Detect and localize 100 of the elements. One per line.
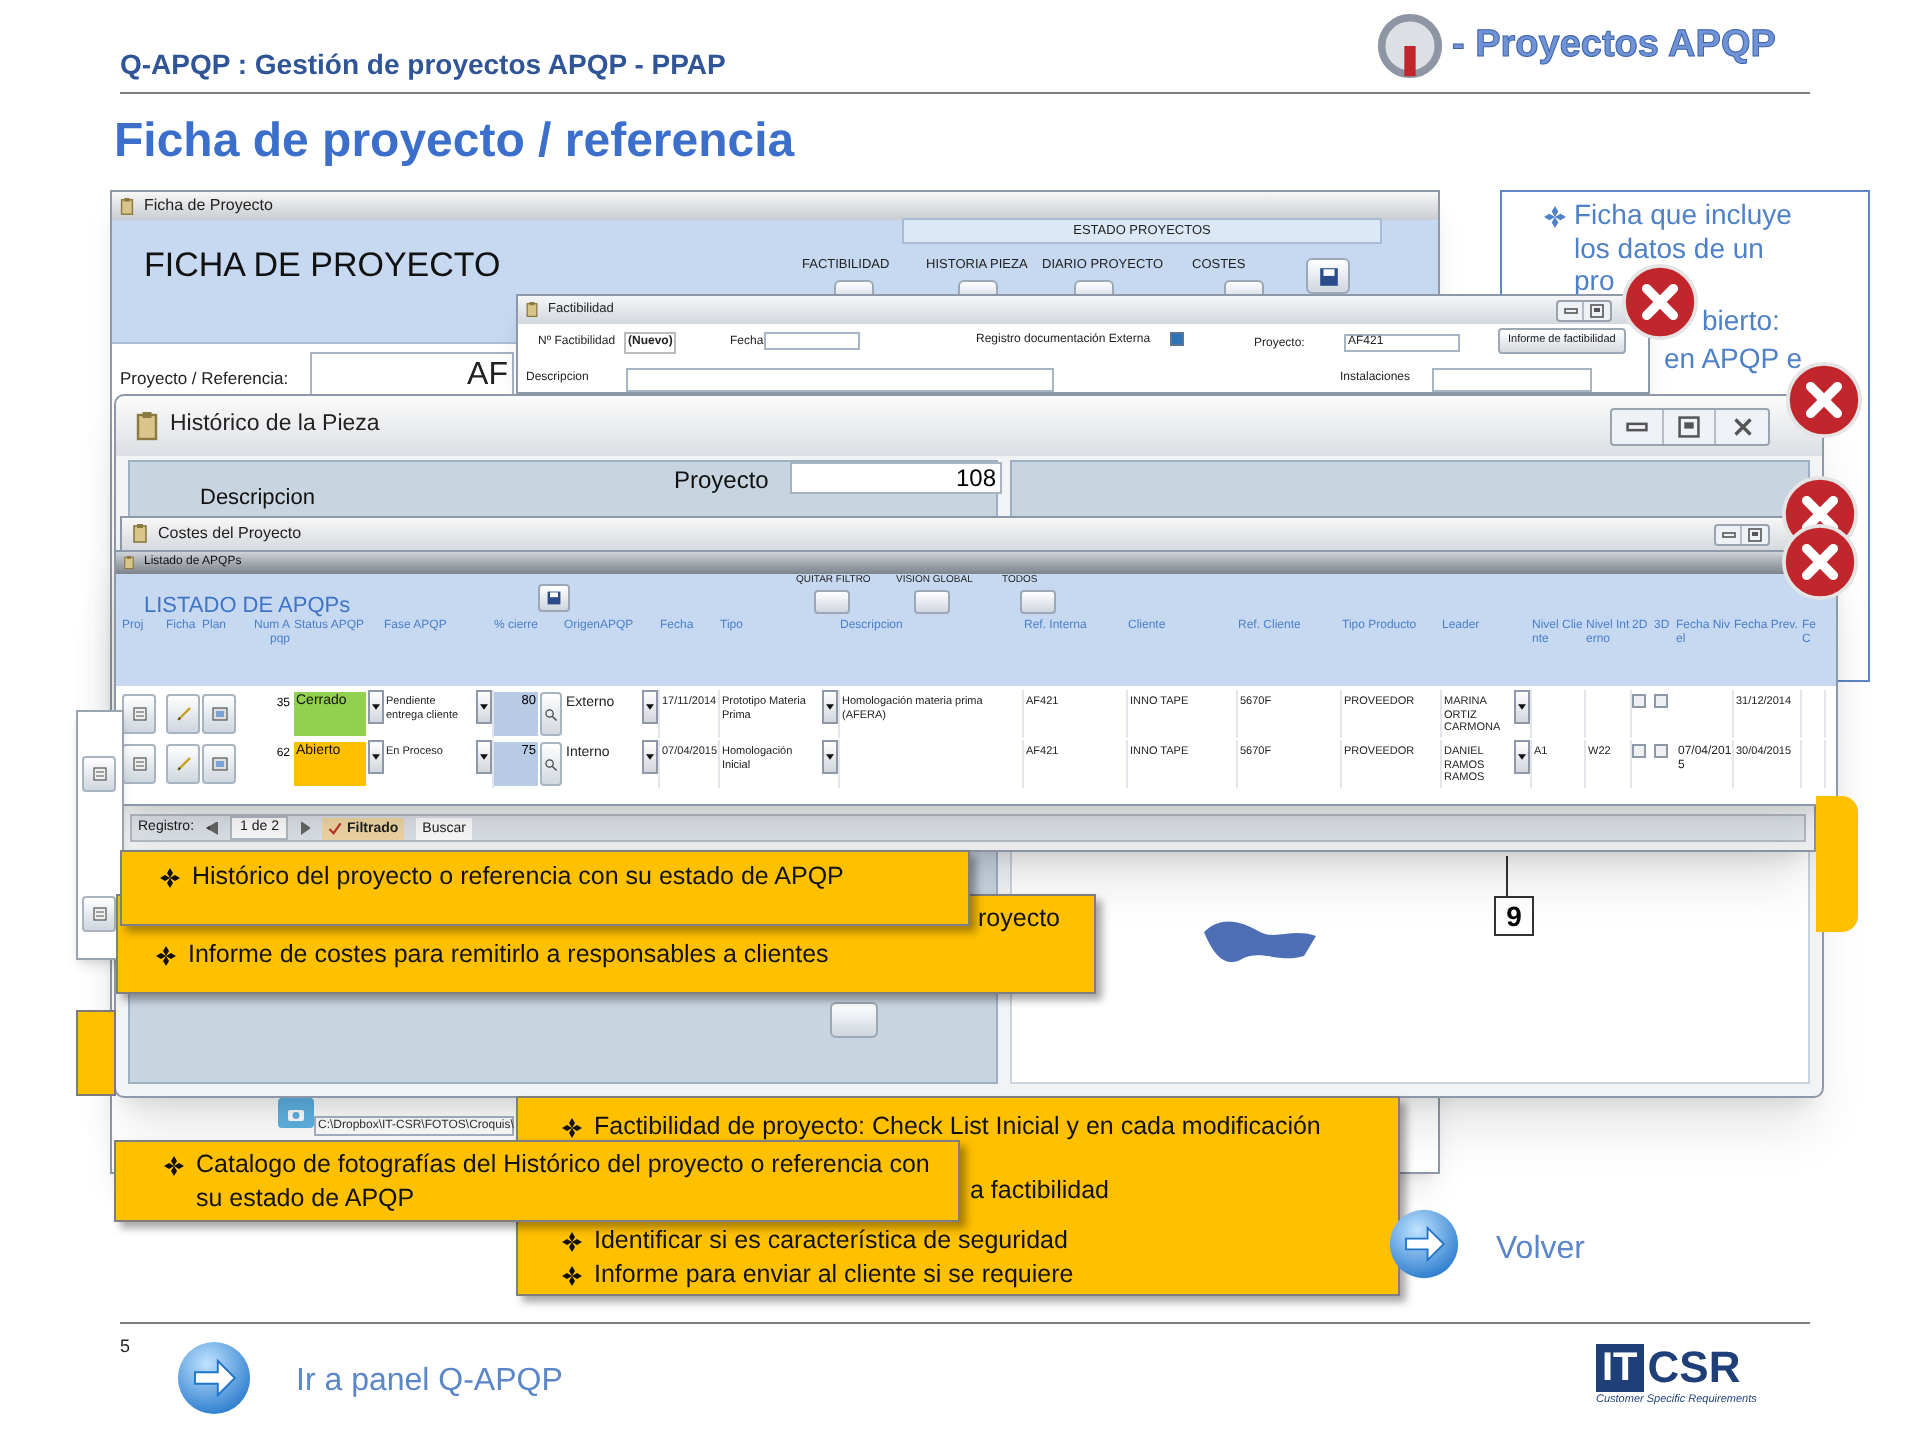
- status-button[interactable]: [958, 280, 998, 294]
- save-button[interactable]: [538, 584, 570, 612]
- dropdown-button[interactable]: [1514, 690, 1530, 724]
- panel-link[interactable]: Ir a panel Q-APQP: [296, 1358, 563, 1406]
- toolbar-button[interactable]: [914, 590, 950, 614]
- back-link[interactable]: Volver: [1496, 1226, 1585, 1274]
- callout-text: Histórico del proyecto o referencia con su estado de APQP: [192, 860, 844, 894]
- maximize-icon: [1678, 415, 1700, 437]
- dropdown-button[interactable]: [642, 690, 658, 724]
- window-icon: [132, 411, 162, 441]
- search-button[interactable]: [540, 692, 562, 736]
- next-record-button[interactable]: [300, 821, 311, 835]
- field-label: Descripcion: [200, 484, 315, 514]
- document-icon: [129, 704, 149, 724]
- form-icon: [209, 754, 229, 774]
- close-icon: [1731, 417, 1753, 435]
- logo-icon: [1376, 12, 1444, 80]
- search-button[interactable]: [540, 742, 562, 786]
- callout-text: a factibilidad: [970, 1174, 1109, 1208]
- input-field[interactable]: [764, 332, 860, 350]
- logo-text: - Proyectos APQP: [1452, 21, 1776, 70]
- input-field[interactable]: [626, 368, 1054, 392]
- maximize-button[interactable]: [1584, 301, 1610, 319]
- save-button[interactable]: [1306, 258, 1350, 294]
- status-button[interactable]: [1224, 280, 1264, 294]
- window-icon: [524, 302, 540, 318]
- window-icon: [118, 197, 136, 215]
- checkbox[interactable]: [1654, 694, 1668, 708]
- minimize-button[interactable]: [1716, 525, 1742, 543]
- maximize-icon: [1748, 527, 1762, 541]
- checkbox[interactable]: [1170, 332, 1184, 346]
- window-title: Ficha de Proyecto: [144, 194, 273, 218]
- dropdown-button[interactable]: [1514, 740, 1530, 774]
- caret-icon: [480, 754, 488, 760]
- document-button[interactable]: [122, 744, 156, 784]
- document-icon: [129, 754, 149, 774]
- checkbox[interactable]: [1654, 744, 1668, 758]
- dropdown-button[interactable]: [822, 740, 838, 774]
- maximize-button[interactable]: [1742, 525, 1768, 543]
- window-title: Costes del Proyecto: [158, 522, 302, 546]
- form-button[interactable]: [202, 694, 236, 734]
- minimize-button[interactable]: [1558, 301, 1584, 319]
- caret-icon: [1518, 704, 1526, 710]
- field-label: Proyecto: [674, 464, 769, 498]
- minimize-icon: [1563, 307, 1577, 313]
- document-button[interactable]: [122, 694, 156, 734]
- input-field[interactable]: 108: [790, 462, 1002, 494]
- dropdown-button[interactable]: [368, 690, 384, 724]
- diagram-label: 9: [1494, 896, 1534, 936]
- form-button[interactable]: [202, 744, 236, 784]
- minimize-icon: [1721, 531, 1735, 537]
- document-button[interactable]: [82, 896, 116, 932]
- callout-text: Identificar si es característica de seguridad: [594, 1224, 1068, 1258]
- caret-icon: [372, 754, 380, 760]
- checkbox[interactable]: [1632, 694, 1646, 708]
- note-text: pro: [1574, 266, 1615, 294]
- caret-icon: [480, 704, 488, 710]
- window-title: Histórico de la Pieza: [170, 410, 380, 441]
- edit-button[interactable]: [166, 744, 200, 784]
- page-title: Ficha de proyecto / referencia: [114, 112, 795, 172]
- form-title: LISTADO DE APQPs: [144, 592, 351, 619]
- save-icon: [546, 590, 562, 606]
- toolbar-button[interactable]: [1020, 590, 1056, 614]
- status-button[interactable]: [1074, 280, 1114, 294]
- minimize-icon: [1626, 421, 1648, 431]
- callout-text: Factibilidad de proyecto: Check List Inicial y en cada modificación: [594, 1110, 1321, 1144]
- dropdown-button[interactable]: [476, 690, 492, 724]
- toolbar-button[interactable]: [814, 590, 850, 614]
- search-icon: [544, 707, 558, 721]
- dropdown-button[interactable]: [476, 740, 492, 774]
- dropdown-button[interactable]: [368, 740, 384, 774]
- pencil-icon: [173, 704, 193, 724]
- check-icon: [328, 821, 343, 835]
- caret-icon: [826, 754, 834, 760]
- input-field[interactable]: [1432, 368, 1592, 392]
- form-icon: [209, 704, 229, 724]
- edit-button[interactable]: [166, 694, 200, 734]
- dropdown-button[interactable]: [642, 740, 658, 774]
- document-button[interactable]: [82, 756, 116, 792]
- bullet-icon: [562, 1118, 582, 1138]
- checkbox[interactable]: [1632, 744, 1646, 758]
- caret-icon: [372, 704, 380, 710]
- input-field[interactable]: AF: [310, 352, 514, 398]
- logo-mark: IT: [1596, 1344, 1644, 1392]
- bullet-icon: [562, 1266, 582, 1286]
- form-title: FICHA DE PROYECTO: [144, 244, 501, 288]
- note-text: bierto:: [1702, 306, 1780, 334]
- document-icon: [89, 904, 109, 924]
- callout-text: royecto: [978, 902, 1060, 936]
- maximize-icon: [1590, 303, 1604, 317]
- dropdown-button[interactable]: [822, 690, 838, 724]
- bullet-icon: [164, 1156, 184, 1176]
- logo-text: CSR: [1647, 1344, 1741, 1392]
- note-text: en APQP e: [1664, 344, 1803, 372]
- camera-button[interactable]: [278, 1098, 314, 1128]
- bullet-icon: [156, 946, 176, 966]
- status-button[interactable]: [834, 280, 874, 294]
- first-record-button[interactable]: [206, 821, 219, 835]
- caret-icon: [646, 754, 654, 760]
- caret-icon: [1518, 754, 1526, 760]
